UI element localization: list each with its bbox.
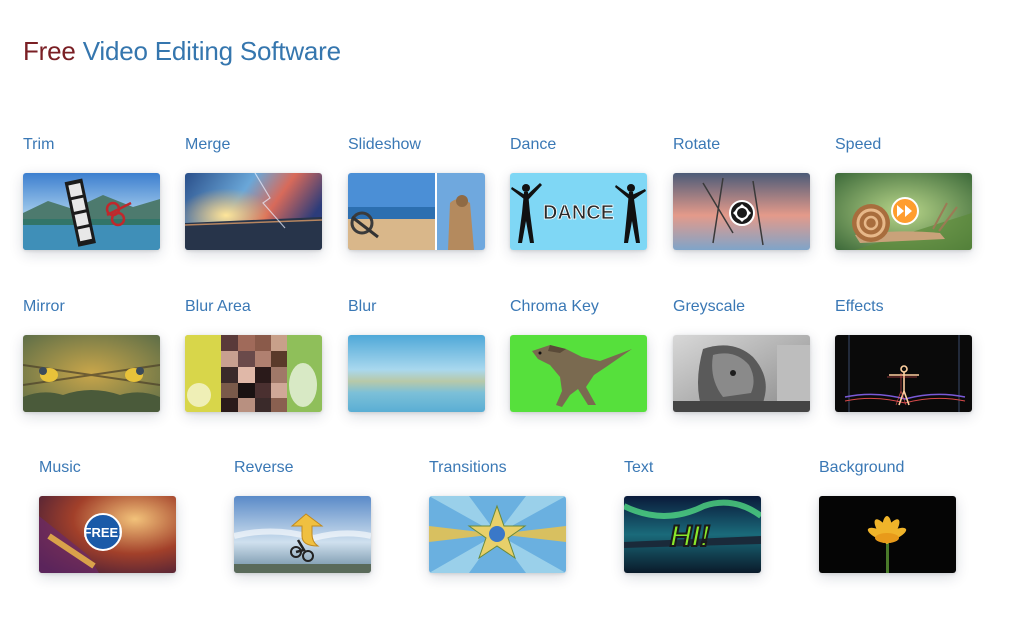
tool-speed[interactable]: Speed <box>835 135 975 250</box>
tool-label[interactable]: Slideshow <box>348 135 488 155</box>
tool-label[interactable]: Transitions <box>429 458 569 478</box>
tool-text[interactable]: Text HI! <box>624 458 764 573</box>
reverse-thumbnail[interactable] <box>234 496 371 573</box>
music-thumbnail[interactable]: FREE! <box>39 496 176 573</box>
dance-thumbnail[interactable]: DANCE <box>510 173 647 250</box>
tool-transitions[interactable]: Transitions <box>429 458 569 573</box>
dance-thumb-text: DANCE <box>543 202 614 224</box>
background-thumbnail[interactable] <box>819 496 956 573</box>
tool-mirror[interactable]: Mirror <box>23 297 163 412</box>
tool-background[interactable]: Background <box>819 458 959 573</box>
tool-label[interactable]: Chroma Key <box>510 297 650 317</box>
tool-label[interactable]: Text <box>624 458 764 478</box>
text-thumb-text: HI! <box>670 520 710 553</box>
tool-blur-area[interactable]: Blur Area <box>185 297 325 412</box>
tool-slideshow[interactable]: Slideshow <box>348 135 488 250</box>
tool-effects[interactable]: Effects <box>835 297 975 412</box>
tool-label[interactable]: Blur Area <box>185 297 325 317</box>
tool-label[interactable]: Music <box>39 458 179 478</box>
tool-label[interactable]: Blur <box>348 297 488 317</box>
blur-area-thumbnail[interactable] <box>185 335 322 412</box>
title-rest: Video Editing Software <box>82 36 341 66</box>
transitions-thumbnail[interactable] <box>429 496 566 573</box>
tool-reverse[interactable]: Reverse <box>234 458 374 573</box>
rotate-thumbnail[interactable] <box>673 173 810 250</box>
tool-label[interactable]: Greyscale <box>673 297 813 317</box>
tool-dance[interactable]: Dance DANCE <box>510 135 650 250</box>
tool-label[interactable]: Dance <box>510 135 650 155</box>
tool-label[interactable]: Mirror <box>23 297 163 317</box>
slideshow-thumbnail[interactable] <box>348 173 485 250</box>
tool-rotate[interactable]: Rotate <box>673 135 813 250</box>
tool-label[interactable]: Effects <box>835 297 975 317</box>
greyscale-thumbnail[interactable] <box>673 335 810 412</box>
tool-label[interactable]: Background <box>819 458 959 478</box>
tool-label[interactable]: Rotate <box>673 135 813 155</box>
merge-thumbnail[interactable] <box>185 173 322 250</box>
tool-chroma-key[interactable]: Chroma Key <box>510 297 650 412</box>
speed-thumbnail[interactable] <box>835 173 972 250</box>
tool-greyscale[interactable]: Greyscale <box>673 297 813 412</box>
trim-thumbnail[interactable] <box>23 173 160 250</box>
tool-trim[interactable]: Trim <box>23 135 163 250</box>
text-thumbnail[interactable]: HI! <box>624 496 761 573</box>
tool-blur[interactable]: Blur <box>348 297 488 412</box>
tool-label[interactable]: Reverse <box>234 458 374 478</box>
mirror-thumbnail[interactable] <box>23 335 160 412</box>
tool-music[interactable]: Music FREE! <box>39 458 179 573</box>
effects-thumbnail[interactable] <box>835 335 972 412</box>
chroma-key-thumbnail[interactable] <box>510 335 647 412</box>
tool-label[interactable]: Trim <box>23 135 163 155</box>
tool-label[interactable]: Speed <box>835 135 975 155</box>
page-title: Free Video Editing Software <box>23 34 341 68</box>
tool-merge[interactable]: Merge <box>185 135 325 250</box>
music-thumb-text: FREE! <box>84 525 123 540</box>
blur-thumbnail[interactable] <box>348 335 485 412</box>
title-highlight: Free <box>23 36 76 66</box>
tool-label[interactable]: Merge <box>185 135 325 155</box>
